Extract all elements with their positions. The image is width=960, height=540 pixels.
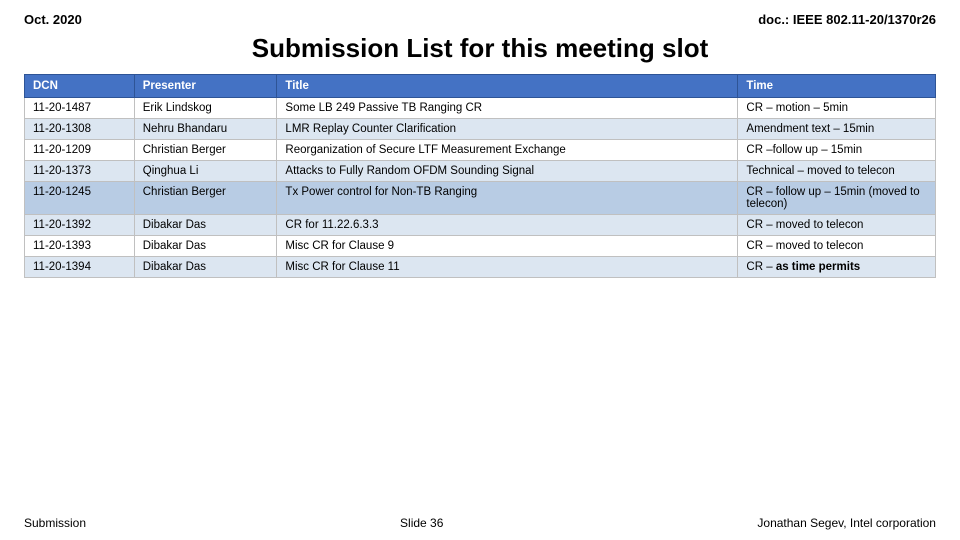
cell-presenter: Qinghua Li bbox=[134, 161, 277, 182]
cell-presenter: Dibakar Das bbox=[134, 236, 277, 257]
top-bar: Oct. 2020 doc.: IEEE 802.11-20/1370r26 bbox=[24, 12, 936, 27]
col-header-dcn: DCN bbox=[25, 75, 135, 98]
table-row: 11-20-1308Nehru BhandaruLMR Replay Count… bbox=[25, 119, 936, 140]
table-row: 11-20-1487Erik LindskogSome LB 249 Passi… bbox=[25, 98, 936, 119]
submission-table: DCN Presenter Title Time 11-20-1487Erik … bbox=[24, 74, 936, 278]
cell-presenter: Christian Berger bbox=[134, 182, 277, 215]
cell-presenter: Christian Berger bbox=[134, 140, 277, 161]
cell-dcn: 11-20-1209 bbox=[25, 140, 135, 161]
table-body: 11-20-1487Erik LindskogSome LB 249 Passi… bbox=[25, 98, 936, 278]
cell-dcn: 11-20-1394 bbox=[25, 257, 135, 278]
table-row: 11-20-1392Dibakar DasCR for 11.22.6.3.3C… bbox=[25, 215, 936, 236]
date-label: Oct. 2020 bbox=[24, 12, 82, 27]
cell-title: Tx Power control for Non-TB Ranging bbox=[277, 182, 738, 215]
cell-presenter: Dibakar Das bbox=[134, 257, 277, 278]
cell-time: Technical – moved to telecon bbox=[738, 161, 936, 182]
page-title: Submission List for this meeting slot bbox=[24, 33, 936, 64]
footer-center: Slide 36 bbox=[400, 516, 443, 530]
cell-time: CR – moved to telecon bbox=[738, 236, 936, 257]
col-header-time: Time bbox=[738, 75, 936, 98]
footer-right: Jonathan Segev, Intel corporation bbox=[757, 516, 936, 530]
cell-title: Reorganization of Secure LTF Measurement… bbox=[277, 140, 738, 161]
cell-dcn: 11-20-1392 bbox=[25, 215, 135, 236]
cell-dcn: 11-20-1308 bbox=[25, 119, 135, 140]
cell-title: Some LB 249 Passive TB Ranging CR bbox=[277, 98, 738, 119]
cell-time: Amendment text – 15min bbox=[738, 119, 936, 140]
cell-presenter: Nehru Bhandaru bbox=[134, 119, 277, 140]
cell-time: CR – as time permits bbox=[738, 257, 936, 278]
cell-title: LMR Replay Counter Clarification bbox=[277, 119, 738, 140]
cell-dcn: 11-20-1393 bbox=[25, 236, 135, 257]
table-row: 11-20-1373Qinghua LiAttacks to Fully Ran… bbox=[25, 161, 936, 182]
footer: Submission Slide 36 Jonathan Segev, Inte… bbox=[24, 508, 936, 530]
cell-time: CR – follow up – 15min (moved to telecon… bbox=[738, 182, 936, 215]
table-header-row: DCN Presenter Title Time bbox=[25, 75, 936, 98]
cell-presenter: Dibakar Das bbox=[134, 215, 277, 236]
cell-title: Misc CR for Clause 11 bbox=[277, 257, 738, 278]
col-header-presenter: Presenter bbox=[134, 75, 277, 98]
cell-title: CR for 11.22.6.3.3 bbox=[277, 215, 738, 236]
cell-title: Attacks to Fully Random OFDM Sounding Si… bbox=[277, 161, 738, 182]
cell-time: CR – motion – 5min bbox=[738, 98, 936, 119]
cell-title: Misc CR for Clause 9 bbox=[277, 236, 738, 257]
page: Oct. 2020 doc.: IEEE 802.11-20/1370r26 S… bbox=[0, 0, 960, 540]
cell-dcn: 11-20-1487 bbox=[25, 98, 135, 119]
table-row: 11-20-1394Dibakar DasMisc CR for Clause … bbox=[25, 257, 936, 278]
table-row: 11-20-1245Christian BergerTx Power contr… bbox=[25, 182, 936, 215]
cell-dcn: 11-20-1245 bbox=[25, 182, 135, 215]
cell-time: CR – moved to telecon bbox=[738, 215, 936, 236]
cell-presenter: Erik Lindskog bbox=[134, 98, 277, 119]
col-header-title: Title bbox=[277, 75, 738, 98]
cell-time: CR –follow up – 15min bbox=[738, 140, 936, 161]
cell-dcn: 11-20-1373 bbox=[25, 161, 135, 182]
doc-label: doc.: IEEE 802.11-20/1370r26 bbox=[758, 12, 936, 27]
table-row: 11-20-1209Christian BergerReorganization… bbox=[25, 140, 936, 161]
table-row: 11-20-1393Dibakar DasMisc CR for Clause … bbox=[25, 236, 936, 257]
footer-left: Submission bbox=[24, 516, 86, 530]
